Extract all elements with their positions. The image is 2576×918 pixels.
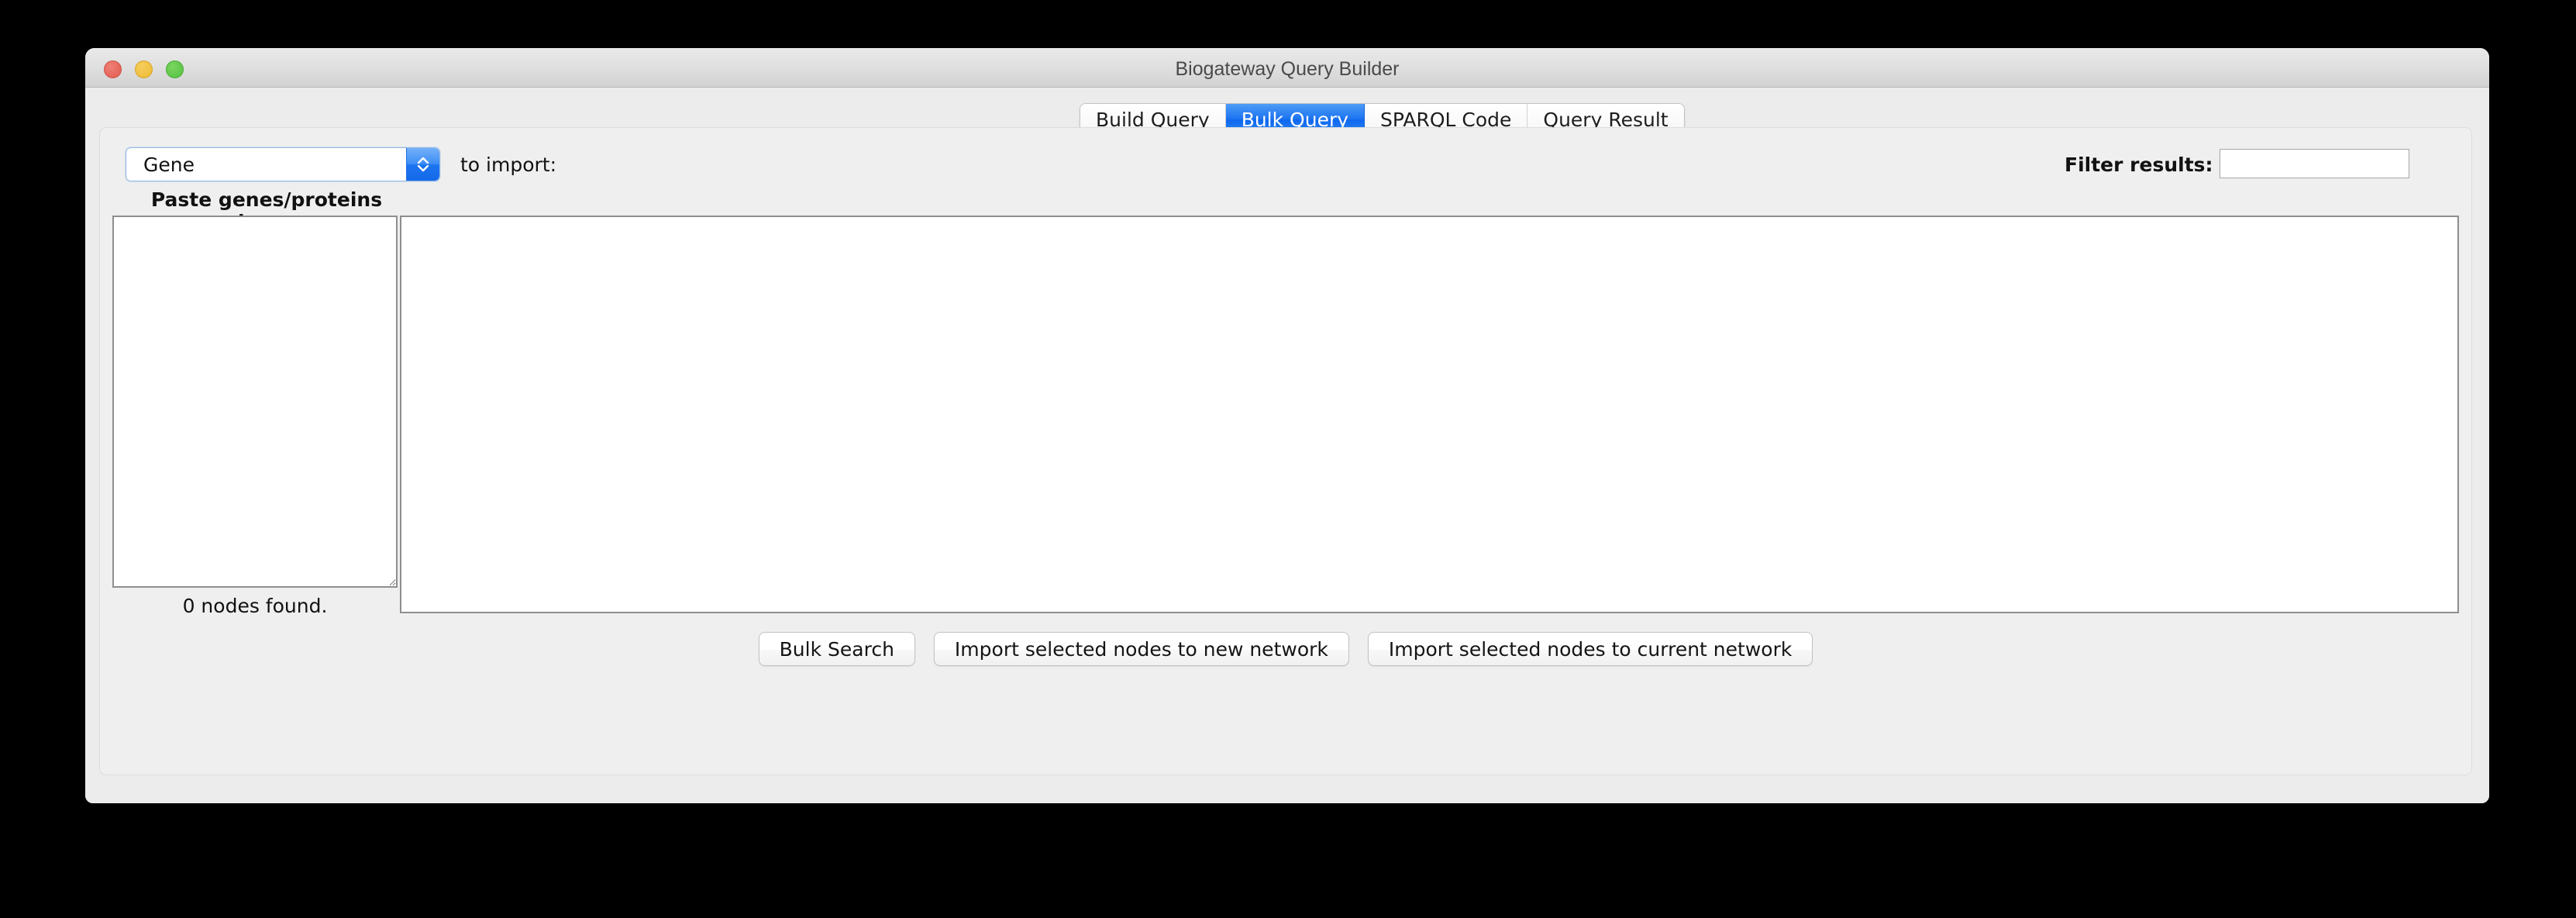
filter-results-input[interactable] (2220, 149, 2409, 178)
action-button-row: Bulk Search Import selected nodes to new… (100, 632, 2471, 666)
chevron-up-icon (417, 157, 429, 164)
window-title: Biogateway Query Builder (1175, 58, 1400, 80)
import-to-new-network-button[interactable]: Import selected nodes to new network (933, 632, 1349, 666)
filter-results-label: Filter results: (2065, 154, 2213, 176)
chevron-down-icon (417, 165, 429, 172)
node-type-select[interactable]: Gene (126, 147, 440, 181)
title-bar: Biogateway Query Builder (85, 48, 2489, 88)
chevron-up-down-icon[interactable] (406, 148, 439, 181)
toolbar-row: Gene to import: Filter results: (100, 147, 2471, 183)
window-body: Build Query Bulk Query SPARQL Code Query… (85, 88, 2489, 803)
application-window: Biogateway Query Builder Build Query Bul… (85, 48, 2489, 803)
node-type-select-value: Gene (143, 153, 195, 176)
import-to-current-network-button[interactable]: Import selected nodes to current network (1367, 632, 1813, 666)
tab-bar-zone: Build Query Bulk Query SPARQL Code Query… (85, 88, 2489, 136)
results-list[interactable] (400, 216, 2459, 613)
bulk-search-button[interactable]: Bulk Search (758, 632, 915, 666)
bulk-query-panel: Gene to import: Filter results: Paste ge… (99, 127, 2472, 775)
paste-genes-textarea[interactable] (112, 216, 398, 588)
to-import-label: to import: (460, 154, 557, 176)
nodes-found-status: 0 nodes found. (182, 595, 328, 617)
